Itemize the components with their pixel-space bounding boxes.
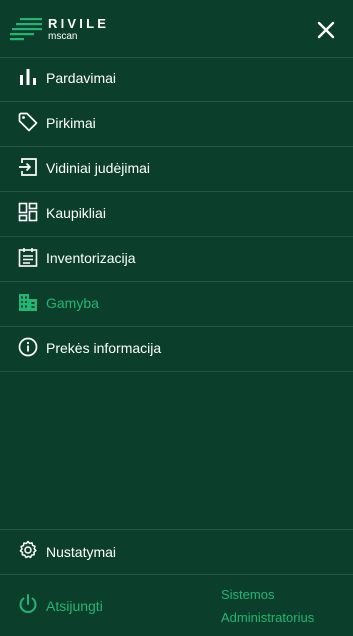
menu-item-label: Pirkimai [46, 115, 96, 131]
menu-item-label: Prekės informacija [46, 340, 162, 356]
logout-label: Atsijungti [46, 598, 103, 614]
settings-label: Nustatymai [46, 544, 117, 560]
menu-item-label: Vidiniai judėjimai [46, 160, 151, 176]
menu-item-label: Pardavimai [46, 70, 117, 86]
settings-menu-item[interactable]: Nustatymai [0, 529, 353, 575]
factory-icon [18, 292, 38, 312]
menu-item-kaupikliai[interactable]: Kaupikliai [0, 192, 353, 237]
menu-item-pardavimai[interactable]: Pardavimai [0, 57, 353, 102]
logout-button[interactable]: Atsijungti [0, 576, 200, 636]
menu-item-label: Kaupikliai [46, 205, 106, 221]
close-icon[interactable] [314, 18, 338, 42]
login-arrow-icon [18, 157, 38, 177]
menu-item-label: Gamyba [46, 295, 99, 311]
menu-item-vidiniai-judejimai[interactable]: Vidiniai judėjimai [0, 147, 353, 192]
user-role: Sistemos Administratorius [221, 587, 315, 625]
rivile-logo-icon [10, 17, 42, 41]
bar-chart-icon [18, 67, 38, 87]
gear-icon [18, 540, 38, 560]
menu-item-label: Inventorizacija [46, 250, 136, 266]
logo-subtitle: mscan [48, 31, 78, 42]
menu-item-pirkimai[interactable]: Pirkimai [0, 102, 353, 147]
power-icon [17, 593, 39, 615]
logo-title: RIVILE [48, 16, 110, 31]
dashboard-icon [18, 202, 38, 222]
app-header: RIVILE mscan [0, 0, 353, 58]
info-icon [18, 337, 38, 357]
main-menu: Pardavimai Pirkimai Vidiniai judėjimai K… [0, 57, 353, 372]
menu-item-inventorizacija[interactable]: Inventorizacija [0, 237, 353, 282]
calendar-list-icon [18, 247, 38, 267]
tag-icon [18, 112, 38, 132]
menu-item-gamyba[interactable]: Gamyba [0, 282, 353, 327]
menu-item-prekes-informacija[interactable]: Prekės informacija [0, 327, 353, 372]
